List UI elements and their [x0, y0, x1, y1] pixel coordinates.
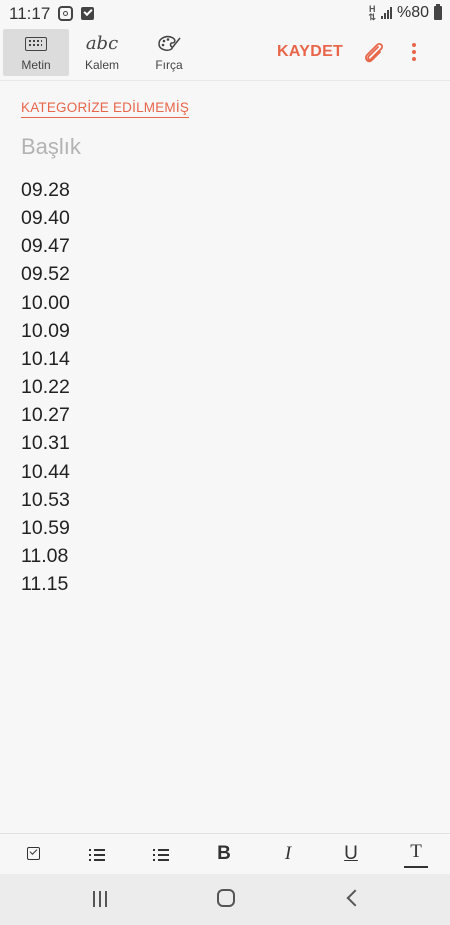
- bold-icon[interactable]: B: [212, 842, 236, 866]
- format-toolbar: B I U T: [0, 833, 450, 874]
- bulleted-list-icon[interactable]: [149, 842, 173, 866]
- note-line: 10.09: [21, 319, 70, 342]
- note-line: 10.31: [21, 432, 70, 455]
- checkbox-notification-icon: [81, 7, 94, 20]
- note-line: 09.40: [21, 207, 70, 230]
- network-h-icon: H ⇅: [368, 4, 376, 22]
- more-vertical-icon[interactable]: [412, 43, 416, 64]
- note-line: 10.27: [21, 404, 70, 427]
- status-time: 11:17: [9, 4, 51, 23]
- home-icon[interactable]: [217, 889, 235, 907]
- instagram-icon: [58, 6, 73, 21]
- note-line: 09.47: [21, 235, 70, 258]
- title-input[interactable]: Başlık: [21, 134, 81, 160]
- editor-toolbar: Metin abc Kalem Fırça KAYDET: [0, 28, 450, 81]
- note-line: 10.53: [21, 488, 70, 511]
- note-line: 10.22: [21, 376, 70, 399]
- battery-icon: [434, 4, 442, 20]
- abc-handwriting-icon: abc: [85, 33, 119, 54]
- checkbox-icon[interactable]: [21, 842, 45, 866]
- text-color-icon[interactable]: T: [404, 842, 428, 868]
- mode-pen-button[interactable]: abc Kalem: [69, 29, 135, 76]
- status-bar: 11:17 H ⇅ %80: [0, 0, 450, 28]
- system-nav-bar: [0, 874, 450, 925]
- mode-text-button[interactable]: Metin: [3, 29, 69, 76]
- note-line: 10.00: [21, 291, 70, 314]
- mode-label: Metin: [21, 58, 51, 72]
- note-line: 11.08: [21, 545, 69, 568]
- recent-apps-icon[interactable]: [93, 891, 107, 907]
- mode-brush-button[interactable]: Fırça: [136, 29, 202, 76]
- note-body[interactable]: 09.28 09.40 09.47 09.52 10.00 10.09 10.1…: [21, 176, 70, 598]
- signal-icon: [380, 7, 392, 19]
- battery-percent: %80: [396, 4, 429, 21]
- note-line: 09.52: [21, 263, 70, 286]
- keyboard-icon: [25, 37, 47, 51]
- italic-icon[interactable]: I: [276, 842, 300, 866]
- underline-icon[interactable]: U: [339, 842, 363, 866]
- back-icon[interactable]: [346, 889, 364, 907]
- category-link[interactable]: KATEGORİZE EDİLMEMİŞ: [21, 100, 190, 118]
- note-line: 09.28: [21, 179, 70, 201]
- mode-label: Fırça: [155, 58, 183, 72]
- note-line: 10.59: [21, 516, 70, 539]
- note-line: 10.44: [21, 460, 70, 483]
- palette-brush-icon: [158, 35, 181, 51]
- save-button[interactable]: KAYDET: [277, 43, 343, 61]
- paperclip-icon[interactable]: [363, 41, 385, 70]
- note-line: 11.15: [21, 573, 69, 596]
- mode-label: Kalem: [84, 58, 119, 72]
- numbered-list-icon[interactable]: [85, 842, 109, 866]
- note-line: 10.14: [21, 347, 70, 370]
